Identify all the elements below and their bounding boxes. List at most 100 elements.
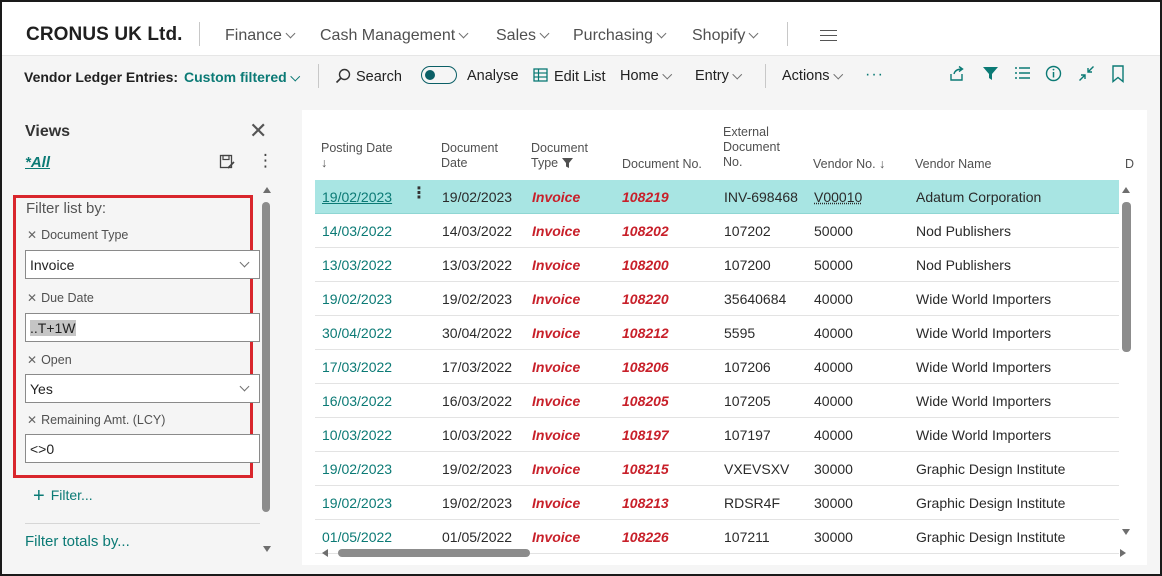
filter-pane-scrollbar[interactable] <box>262 202 270 512</box>
cell-posting-date[interactable]: 17/03/2022 <box>322 359 392 375</box>
grid-scroll-down-arrow-icon[interactable] <box>1122 529 1130 535</box>
grid-scroll-right-arrow-icon[interactable] <box>1120 549 1126 557</box>
view-options-icon[interactable]: ⋮ <box>257 152 274 170</box>
filter-label-due-date[interactable]: ✕ Due Date <box>27 291 94 305</box>
collapse-icon[interactable] <box>1078 65 1095 82</box>
nav-divider <box>787 22 788 46</box>
cell-vendor-no[interactable]: 50000 <box>814 223 853 239</box>
filter-icon[interactable] <box>982 65 999 82</box>
save-view-icon[interactable] <box>219 154 235 170</box>
cell-document-date: 13/03/2022 <box>442 257 513 273</box>
filter-value: ..T+1W <box>30 320 76 336</box>
scroll-up-arrow-icon[interactable] <box>263 187 271 193</box>
filter-label-remaining-amt[interactable]: ✕ Remaining Amt. (LCY) <box>27 413 165 427</box>
chevron-down-icon <box>458 28 469 39</box>
row-actions-icon[interactable]: ⋮ <box>411 185 427 203</box>
cell-posting-date[interactable]: 19/02/2023 <box>322 495 392 511</box>
more-options-icon[interactable]: ··· <box>865 66 884 84</box>
cell-posting-date[interactable]: 19/02/2023 <box>322 189 392 205</box>
col-header-external-document-no[interactable]: External Document No. <box>723 125 780 170</box>
cell-posting-date[interactable]: 16/03/2022 <box>322 393 392 409</box>
nav-sales[interactable]: Sales <box>496 27 550 45</box>
remove-filter-icon[interactable]: ✕ <box>27 291 37 305</box>
table-row[interactable]: 30/04/2022 30/04/2022 Invoice 108212 5595 400… <box>315 316 1119 350</box>
info-icon[interactable] <box>1045 65 1062 82</box>
col-header-next[interactable]: D <box>1125 157 1134 172</box>
table-row[interactable]: 16/03/2022 16/03/2022 Invoice 108205 107205 4… <box>315 384 1119 418</box>
cell-document-date: 19/02/2023 <box>442 495 513 511</box>
cell-posting-date[interactable]: 19/02/2023 <box>322 461 392 477</box>
cell-document-type: Invoice <box>532 529 581 545</box>
home-menu[interactable]: Home <box>620 68 672 84</box>
list-view-icon[interactable] <box>1014 65 1031 81</box>
table-row[interactable]: 14/03/2022 14/03/2022 Invoice 108202 107202 5… <box>315 214 1119 248</box>
table-row[interactable]: 19/02/2023 19/02/2023 Invoice 108213 RDSR4F 3… <box>315 486 1119 520</box>
filter-totals-by-link[interactable]: Filter totals by... <box>25 533 130 550</box>
view-all[interactable]: *All <box>25 154 50 171</box>
grid-scroll-up-arrow-icon[interactable] <box>1122 187 1130 193</box>
bookmark-icon[interactable] <box>1111 65 1125 83</box>
edit-list-button[interactable]: Edit List <box>533 68 606 85</box>
nav-shopify[interactable]: Shopify <box>692 27 759 45</box>
filter-document-type-select[interactable]: Invoice <box>25 250 260 279</box>
share-icon[interactable] <box>948 65 966 83</box>
view-selector[interactable]: Custom filtered <box>184 69 300 85</box>
table-row[interactable]: 17/03/2022 17/03/2022 Invoice 108206 107206 4… <box>315 350 1119 384</box>
close-icon[interactable]: ✕ <box>249 120 267 142</box>
nav-cash-management[interactable]: Cash Management <box>320 27 469 45</box>
table-row[interactable]: 13/03/2022 13/03/2022 Invoice 108200 107200 5… <box>315 248 1119 282</box>
cell-external-no: INV-698468 <box>724 189 798 205</box>
col-header-vendor-no[interactable]: Vendor No. ↓ <box>813 157 885 172</box>
hamburger-menu-icon[interactable] <box>820 30 837 41</box>
table-row[interactable]: 19/02/2023 19/02/2023 Invoice 108215 VXEVSXV… <box>315 452 1119 486</box>
grid-scroll-left-arrow-icon[interactable] <box>322 549 328 557</box>
cell-posting-date[interactable]: 10/03/2022 <box>322 427 392 443</box>
remove-filter-icon[interactable]: ✕ <box>27 228 37 242</box>
grid-horizontal-scrollbar[interactable] <box>338 549 530 557</box>
remove-filter-icon[interactable]: ✕ <box>27 353 37 367</box>
search-button[interactable]: Search <box>335 68 402 85</box>
cell-document-no: 108200 <box>622 257 669 273</box>
table-row[interactable]: 19/02/2023 19/02/2023 Invoice 108219 INV-698… <box>315 180 1119 214</box>
col-header-posting-date[interactable]: Posting Date ↓ <box>321 141 393 171</box>
cell-vendor-no[interactable]: 30000 <box>814 529 853 545</box>
table-row[interactable]: 10/03/2022 10/03/2022 Invoice 108197 107197 4… <box>315 418 1119 452</box>
cell-vendor-no[interactable]: 40000 <box>814 291 853 307</box>
filter-due-date-input[interactable]: ..T+1W <box>25 313 260 342</box>
col-header-document-date[interactable]: Document Date <box>441 141 498 171</box>
table-row[interactable]: 19/02/2023 19/02/2023 Invoice 108220 3564068… <box>315 282 1119 316</box>
filter-remaining-amt-input[interactable]: <>0 <box>25 434 260 463</box>
cell-document-date: 14/03/2022 <box>442 223 513 239</box>
nav-finance[interactable]: Finance <box>225 27 296 45</box>
cell-vendor-no[interactable]: 30000 <box>814 461 853 477</box>
col-header-vendor-name[interactable]: Vendor Name <box>915 157 991 172</box>
add-filter-button[interactable]: + Filter... <box>33 483 93 507</box>
scroll-down-arrow-icon[interactable] <box>263 546 271 552</box>
grid-vertical-scrollbar[interactable] <box>1122 202 1131 352</box>
cell-vendor-no[interactable]: 30000 <box>814 495 853 511</box>
actions-menu[interactable]: Actions <box>782 68 843 84</box>
cell-vendor-no[interactable]: 40000 <box>814 427 853 443</box>
cell-posting-date[interactable]: 13/03/2022 <box>322 257 392 273</box>
cell-vendor-no[interactable]: 40000 <box>814 393 853 409</box>
add-filter-label: Filter... <box>50 487 93 503</box>
col-header-document-no[interactable]: Document No. <box>622 157 702 172</box>
cell-posting-date[interactable]: 14/03/2022 <box>322 223 392 239</box>
company-name[interactable]: CRONUS UK Ltd. <box>26 24 183 46</box>
cell-vendor-no[interactable]: V00010 <box>814 189 862 205</box>
cell-vendor-no[interactable]: 40000 <box>814 325 853 341</box>
nav-purchasing[interactable]: Purchasing <box>573 27 667 45</box>
analyse-toggle[interactable] <box>421 66 457 84</box>
remove-filter-icon[interactable]: ✕ <box>27 413 37 427</box>
chevron-down-icon <box>239 257 250 268</box>
cell-vendor-no[interactable]: 50000 <box>814 257 853 273</box>
cell-posting-date[interactable]: 30/04/2022 <box>322 325 392 341</box>
cell-posting-date[interactable]: 01/05/2022 <box>322 529 392 545</box>
entry-menu[interactable]: Entry <box>695 68 742 84</box>
col-header-document-type[interactable]: Document Type <box>531 141 588 171</box>
cell-vendor-no[interactable]: 40000 <box>814 359 853 375</box>
filter-open-select[interactable]: Yes <box>25 374 260 403</box>
cell-posting-date[interactable]: 19/02/2023 <box>322 291 392 307</box>
filter-label-document-type[interactable]: ✕ Document Type <box>27 228 128 242</box>
filter-label-open[interactable]: ✕ Open <box>27 353 72 367</box>
